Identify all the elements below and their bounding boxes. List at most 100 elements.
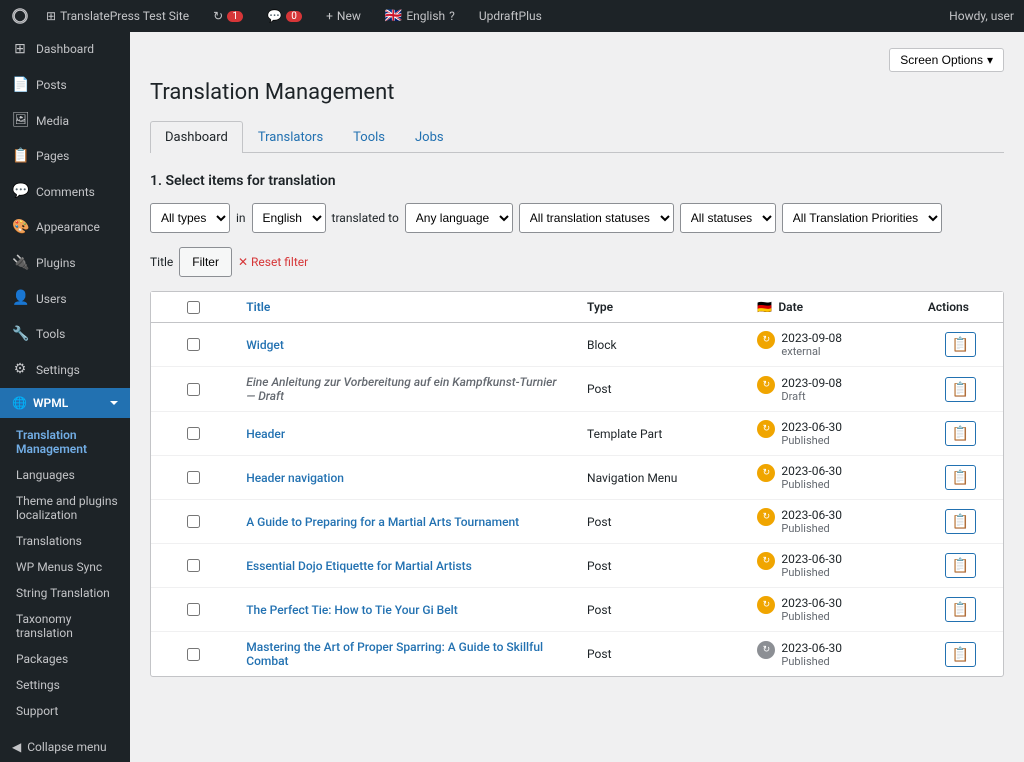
sidebar-item-settings[interactable]: Settings	[0, 672, 130, 698]
row-title-cell: Header	[236, 412, 577, 456]
row-checkbox[interactable]	[187, 515, 200, 528]
sidebar-item-appearance[interactable]: 🎨 Appearance	[0, 210, 130, 246]
row-title-link[interactable]: Header navigation	[246, 471, 344, 485]
reset-filter-link[interactable]: ✕ Reset filter	[238, 255, 308, 269]
filter-any-language-select[interactable]: Any language	[405, 203, 513, 233]
row-type-cell: Post	[577, 632, 747, 677]
tab-jobs[interactable]: Jobs	[400, 121, 459, 153]
row-action-button[interactable]: 📋	[945, 553, 976, 578]
sidebar-item-settings[interactable]: ⚙ Settings	[0, 352, 130, 388]
sidebar-item-translations[interactable]: Translations	[0, 528, 130, 554]
date-info: 2023-09-08 external	[781, 331, 842, 358]
adminbar-language[interactable]: 🇬🇧 English ?	[377, 0, 463, 32]
adminbar-new[interactable]: + New	[318, 0, 369, 32]
row-checkbox[interactable]	[187, 559, 200, 572]
row-checkbox[interactable]	[187, 383, 200, 396]
row-checkbox[interactable]	[187, 648, 200, 661]
row-title-link[interactable]: Mastering the Art of Proper Sparring: A …	[246, 640, 543, 668]
row-action-button[interactable]: 📋	[945, 421, 976, 446]
row-action-button[interactable]: 📋	[945, 597, 976, 622]
adminbar-updates[interactable]: ↻ 1	[205, 0, 251, 32]
row-title-link[interactable]: The Perfect Tie: How to Tie Your Gi Belt	[246, 603, 457, 617]
sidebar-item-wp-menus-sync[interactable]: WP Menus Sync	[0, 554, 130, 580]
sidebar-item-string-translation[interactable]: String Translation	[0, 580, 130, 606]
row-actions-cell: 📋	[918, 323, 1003, 367]
row-date-status: Published	[781, 522, 842, 535]
select-all-checkbox[interactable]	[187, 301, 200, 314]
sidebar-item-posts[interactable]: 📄 Posts	[0, 68, 130, 104]
sidebar-item-dashboard[interactable]: ⊞ Dashboard	[0, 32, 130, 68]
filter-language-select[interactable]: English	[252, 203, 326, 233]
row-checkbox[interactable]	[187, 603, 200, 616]
sidebar-item-theme-plugins[interactable]: Theme and plugins localization	[0, 488, 130, 528]
tab-tools[interactable]: Tools	[338, 121, 400, 153]
sidebar-label-settings: Settings	[36, 362, 118, 379]
sidebar-label-users: Users	[36, 291, 118, 308]
row-action-button[interactable]: 📋	[945, 642, 976, 667]
row-title-link[interactable]: Eine Anleitung zur Vorbereitung auf ein …	[246, 375, 556, 403]
row-checkbox[interactable]	[187, 427, 200, 440]
sidebar-item-pages[interactable]: 📋 Pages	[0, 139, 130, 175]
row-action-button[interactable]: 📋	[945, 509, 976, 534]
row-title-link[interactable]: Essential Dojo Etiquette for Martial Art…	[246, 559, 472, 573]
col-header-title[interactable]: Title	[236, 292, 577, 323]
row-title-link[interactable]: Header	[246, 427, 285, 441]
screen-options-chevron: ▾	[987, 53, 993, 67]
tab-dashboard[interactable]: Dashboard	[150, 121, 243, 153]
filter-translation-status-select[interactable]: All translation statuses	[519, 203, 674, 233]
status-dot: ↻	[757, 596, 775, 614]
status-icon-inner: ↻	[763, 335, 771, 345]
adminbar-updraftplus[interactable]: UpdraftPlus	[471, 0, 550, 32]
row-action-button[interactable]: 📋	[945, 465, 976, 490]
sidebar-item-media[interactable]: 🖼 Media	[0, 103, 130, 139]
sidebar-item-support[interactable]: Support	[0, 698, 130, 724]
collapse-menu-button[interactable]: ◀ Collapse menu	[0, 732, 130, 762]
title-label: Title	[150, 255, 173, 269]
row-checkbox[interactable]	[187, 338, 200, 351]
adminbar-comments[interactable]: 💬 0	[259, 0, 310, 32]
row-type: Post	[587, 382, 611, 396]
sidebar-label-tools: Tools	[36, 326, 118, 343]
adminbar-site-name[interactable]: ⊞ TranslatePress Test Site	[38, 0, 197, 32]
row-date: 2023-06-30	[781, 641, 842, 655]
sidebar-item-languages[interactable]: Languages	[0, 462, 130, 488]
sidebar-item-translation-management[interactable]: Translation Management	[0, 422, 130, 462]
row-action-button[interactable]: 📋	[945, 332, 976, 357]
sidebar-item-tools[interactable]: 🔧 Tools	[0, 317, 130, 353]
row-date-status: external	[781, 345, 842, 358]
filters-row: All types in English translated to Any l…	[150, 203, 1004, 233]
filter-type-select[interactable]: All types	[150, 203, 230, 233]
tab-translators[interactable]: Translators	[243, 121, 338, 153]
table-body: Widget Block ↻ 2023-09-08 external	[151, 323, 1003, 677]
filter-priorities-select[interactable]: All Translation Priorities	[782, 203, 942, 233]
row-date: 2023-06-30	[781, 508, 842, 522]
filter-button[interactable]: Filter	[179, 247, 232, 277]
row-date: 2023-09-08	[781, 376, 842, 390]
sidebar-item-taxonomy-translation[interactable]: Taxonomy translation	[0, 606, 130, 646]
users-icon: 👤	[12, 289, 28, 309]
sidebar-item-users[interactable]: 👤 Users	[0, 281, 130, 317]
sidebar-item-plugins[interactable]: 🔌 Plugins	[0, 246, 130, 282]
row-checkbox[interactable]	[187, 471, 200, 484]
row-checkbox-cell	[151, 500, 236, 544]
filter-status-select[interactable]: All statuses	[680, 203, 776, 233]
row-type-cell: Post	[577, 367, 747, 412]
row-title-link[interactable]: A Guide to Preparing for a Martial Arts …	[246, 515, 519, 529]
sidebar-item-packages[interactable]: Packages	[0, 646, 130, 672]
wp-logo[interactable]	[10, 6, 30, 26]
de-flag-icon: 🇩🇪	[757, 300, 772, 314]
status-dot: ↻	[757, 376, 775, 394]
comments-icon: 💬	[12, 182, 28, 202]
row-title-link[interactable]: Widget	[246, 338, 284, 352]
media-icon: 🖼	[12, 111, 28, 131]
row-type: Post	[587, 647, 611, 661]
sidebar-item-comments[interactable]: 💬 Comments	[0, 174, 130, 210]
screen-options-button[interactable]: Screen Options ▾	[889, 48, 1004, 72]
status-icon-inner: ↻	[763, 468, 771, 478]
wpml-menu-header[interactable]: 🌐 WPML	[0, 388, 130, 418]
col-header-checkbox	[151, 292, 236, 323]
translate-icon: 📋	[952, 469, 969, 486]
status-dot: ↻	[757, 552, 775, 570]
row-action-button[interactable]: 📋	[945, 377, 976, 402]
filter-in-label: in	[236, 211, 246, 225]
